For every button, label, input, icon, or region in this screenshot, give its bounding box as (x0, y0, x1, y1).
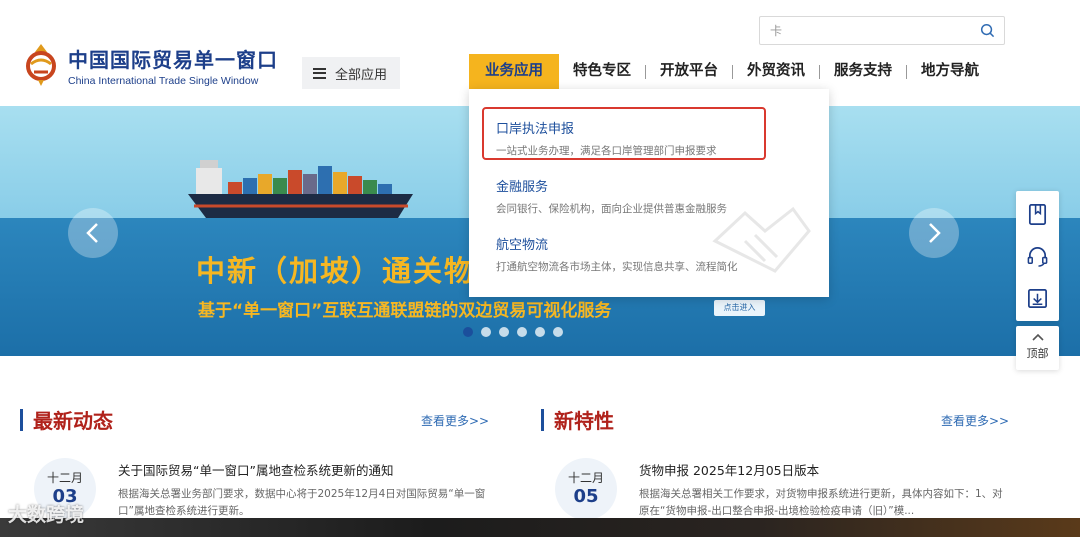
pagination-dot[interactable] (463, 327, 473, 337)
logo-chinese-name: 中国国际贸易单一窗口 (68, 47, 278, 72)
bottom-browser-strip (0, 518, 1080, 537)
banner-next-button[interactable] (909, 208, 959, 258)
nav-service-support[interactable]: 服务支持 (820, 54, 906, 89)
banner-title: 中新（加坡）通关物流 (196, 254, 507, 288)
latest-news-heading: 最新动态 (20, 405, 113, 434)
business-apps-dropdown: 口岸执法申报 一站式业务办理，满足各口岸管理部门申报要求 金融服务 会同银行、保… (469, 89, 829, 297)
pagination-dot[interactable] (499, 327, 509, 337)
main-nav: 业务应用 特色专区 开放平台 外贸资讯 服务支持 地方导航 (469, 54, 993, 89)
news-title-link[interactable]: 货物申报 2025年12月05日版本 (639, 460, 819, 479)
pagination-dot[interactable] (481, 327, 491, 337)
date-month: 十二月 (567, 471, 604, 485)
book-icon[interactable] (1026, 203, 1049, 226)
pagination-dot[interactable] (553, 327, 563, 337)
back-to-top-label: 顶部 (1026, 347, 1049, 360)
logo-english-name: China International Trade Single Window (68, 74, 259, 87)
banner-prev-button[interactable] (68, 208, 118, 258)
news-title-link[interactable]: 关于国际贸易“单一窗口”属地查检系统更新的通知 (118, 460, 393, 479)
dropdown-item-title: 口岸执法申报 (496, 122, 575, 137)
chevron-right-icon (929, 223, 941, 243)
menu-icon (313, 67, 326, 79)
nav-open-platform[interactable]: 开放平台 (646, 54, 732, 89)
section-bar (20, 408, 23, 431)
search-input[interactable] (770, 23, 970, 37)
latest-news-more-link[interactable]: 查看更多>> (421, 412, 489, 429)
section-title: 最新动态 (33, 409, 113, 433)
dropdown-item-port-declaration[interactable]: 口岸执法申报 一站式业务办理，满足各口岸管理部门申报要求 (496, 118, 806, 158)
side-toolbar (1016, 191, 1059, 321)
date-month: 十二月 (46, 471, 83, 485)
dropdown-item-desc: 一站式业务办理，满足各口岸管理部门申报要求 (496, 145, 717, 157)
section-title: 新特性 (554, 409, 614, 433)
dropdown-item-title: 金融服务 (496, 180, 549, 195)
overlay-watermark: 大数跨境 (8, 504, 85, 526)
pagination-dot[interactable] (517, 327, 527, 337)
search-icon[interactable] (980, 23, 995, 38)
date-badge: 十二月 05 (555, 458, 617, 520)
nav-trade-news[interactable]: 外贸资讯 (733, 54, 819, 89)
banner-subtitle: 基于“单一窗口”互联互通联盟链的双边贸易可视化服务 (198, 301, 612, 321)
download-icon[interactable] (1026, 287, 1049, 310)
banner-enter-button[interactable]: 点击进入 (714, 300, 765, 316)
banner-pagination (463, 327, 571, 337)
handshake-watermark-icon (712, 206, 811, 273)
date-day: 05 (573, 486, 599, 507)
section-bar (541, 408, 544, 431)
headset-icon[interactable] (1026, 245, 1049, 268)
all-apps-button[interactable]: 全部应用 (302, 57, 400, 89)
nav-local-navigation[interactable]: 地方导航 (907, 54, 993, 89)
news-summary: 根据海关总署业务部门要求，数据中心将于2025年12月4日对国际贸易“单一窗口”… (118, 488, 486, 517)
back-to-top-button[interactable]: 顶部 (1016, 326, 1059, 370)
news-summary: 根据海关总署相关工作要求，对货物申报系统进行更新，具体内容如下：1、对原在“货物… (639, 488, 1003, 517)
site-logo[interactable]: 中国国际贸易单一窗口 China International Trade Sin… (22, 42, 278, 88)
new-features-more-link[interactable]: 查看更多>> (941, 412, 1009, 429)
pagination-dot[interactable] (535, 327, 545, 337)
nav-business-apps[interactable]: 业务应用 (469, 54, 559, 89)
new-features-heading: 新特性 (541, 405, 614, 434)
logo-emblem-icon (26, 44, 56, 86)
search-box (759, 16, 1005, 45)
nav-featured-zone[interactable]: 特色专区 (559, 54, 645, 89)
chevron-up-icon (1031, 333, 1044, 341)
cargo-ship-illustration (188, 160, 413, 218)
all-apps-label: 全部应用 (335, 67, 388, 83)
chevron-left-icon (86, 223, 98, 243)
